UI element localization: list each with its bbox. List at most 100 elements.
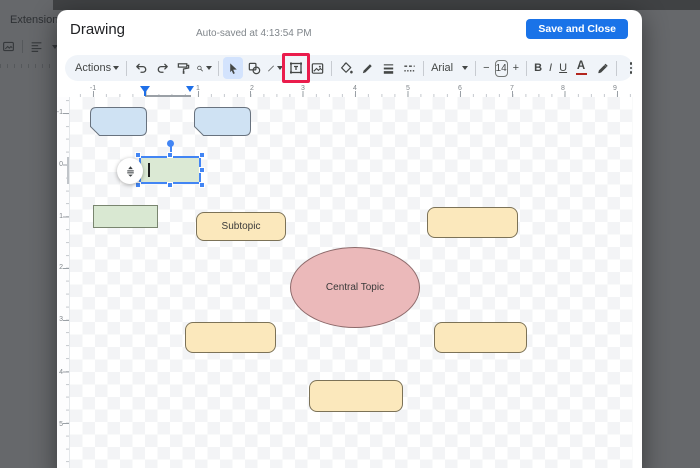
ruler-label: 1 <box>59 213 63 220</box>
toolbar-separator <box>423 61 424 76</box>
backdrop-ruler <box>0 60 54 68</box>
border-color-icon <box>360 61 375 76</box>
resize-handle-e[interactable] <box>199 167 205 173</box>
border-color-button[interactable] <box>357 57 377 79</box>
horizontal-ruler[interactable]: -1123456789 <box>70 85 633 97</box>
more-options-button[interactable] <box>621 57 641 79</box>
autosave-status: Auto-saved at 4:13:54 PM <box>196 28 312 39</box>
border-dash-icon <box>402 61 417 76</box>
vertical-align-floating-button[interactable] <box>117 158 143 184</box>
resize-handle-nw[interactable] <box>135 152 141 158</box>
actions-menu-button[interactable]: Actions <box>72 57 122 79</box>
italic-button[interactable]: I <box>546 57 555 79</box>
undo-button[interactable] <box>131 57 151 79</box>
paint-format-icon <box>176 61 191 76</box>
menu-extensions[interactable]: Extensions <box>10 14 64 26</box>
increase-font-size-button[interactable]: + <box>510 57 522 79</box>
decrease-font-size-button[interactable]: − <box>480 57 492 79</box>
font-family-value: Arial <box>431 62 453 74</box>
save-and-close-button[interactable]: Save and Close <box>526 19 628 39</box>
toolbar-separator <box>616 61 617 76</box>
redo-button[interactable] <box>152 57 172 79</box>
line-tool-button[interactable] <box>265 57 285 79</box>
selected-green-textbox[interactable] <box>140 157 200 183</box>
ruler-label: 4 <box>353 85 357 92</box>
image-icon <box>310 61 325 76</box>
border-weight-icon <box>381 61 396 76</box>
bold-button[interactable]: B <box>531 57 545 79</box>
ruler-label: 3 <box>301 85 305 92</box>
backdrop-top-strip <box>53 0 700 10</box>
resize-handle-sw[interactable] <box>135 182 141 188</box>
chevron-down-icon <box>462 66 468 70</box>
dialog-title: Drawing <box>70 21 125 38</box>
ruler-selection-bar <box>67 157 69 184</box>
line-icon <box>267 61 275 76</box>
subtopic-label: Subtopic <box>222 221 261 232</box>
ruler-label: 2 <box>250 85 254 92</box>
highlighter-icon <box>595 61 610 76</box>
select-icon <box>226 61 241 76</box>
subtopic-box[interactable]: Subtopic <box>196 212 286 241</box>
yellow-box-mid-right[interactable] <box>434 322 527 353</box>
ruler-indent-marker-right[interactable] <box>186 86 194 92</box>
insert-image-button[interactable] <box>307 57 327 79</box>
drawing-canvas[interactable]: Subtopic Central Topic <box>70 97 633 468</box>
ruler-label: 6 <box>458 85 462 92</box>
redo-icon <box>155 61 170 76</box>
ruler-label: 2 <box>59 264 63 271</box>
ruler-indent-marker-left[interactable] <box>140 86 150 93</box>
fill-color-icon <box>339 61 354 76</box>
yellow-box-top-right[interactable] <box>427 207 518 238</box>
ruler-label: 0 <box>59 161 63 168</box>
central-topic-ellipse[interactable]: Central Topic <box>290 247 420 328</box>
text-caret <box>148 163 150 177</box>
text-color-button[interactable]: A <box>571 57 591 79</box>
green-rect[interactable] <box>93 205 158 228</box>
shape-tool-button[interactable] <box>244 57 264 79</box>
border-dash-button[interactable] <box>399 57 419 79</box>
paint-format-button[interactable] <box>173 57 193 79</box>
ruler-label: 9 <box>613 85 617 92</box>
yellow-box-mid-left[interactable] <box>185 322 276 353</box>
ruler-label: 8 <box>561 85 565 92</box>
rotation-handle[interactable] <box>167 140 174 147</box>
align-icon <box>30 40 43 53</box>
ruler-label: -1 <box>57 109 63 116</box>
text-color-letter: A <box>577 61 585 71</box>
vertical-ruler[interactable]: -1 0 1 2 3 4 5 <box>57 97 70 468</box>
resize-handle-n[interactable] <box>167 152 173 158</box>
blue-rounded-rect-2[interactable] <box>194 107 251 136</box>
blue-rounded-rect-1[interactable] <box>90 107 147 136</box>
select-tool-button[interactable] <box>223 57 243 79</box>
resize-handle-se[interactable] <box>199 182 205 188</box>
highlight-color-button[interactable] <box>592 57 612 79</box>
ruler-label: 4 <box>59 369 63 376</box>
ruler-label: 3 <box>59 316 63 323</box>
shape-icon <box>247 61 262 76</box>
font-size-input[interactable]: 14 <box>495 60 508 77</box>
toolbar-separator <box>475 61 476 76</box>
text-box-tool-button[interactable] <box>286 57 306 79</box>
zoom-button[interactable] <box>194 57 214 79</box>
ruler-label: 5 <box>59 421 63 428</box>
fill-color-button[interactable] <box>336 57 356 79</box>
image-icon <box>2 40 15 53</box>
yellow-box-bottom[interactable] <box>309 380 403 412</box>
actions-label: Actions <box>75 62 111 74</box>
chevron-down-icon <box>113 66 119 70</box>
text-color-icon: A <box>576 61 587 75</box>
resize-handle-s[interactable] <box>167 182 173 188</box>
backdrop-separator <box>22 40 23 53</box>
underline-button[interactable]: U <box>556 57 570 79</box>
ruler-label: 1 <box>196 85 200 92</box>
drawing-dialog: Drawing Auto-saved at 4:13:54 PM Save an… <box>57 10 642 468</box>
border-weight-button[interactable] <box>378 57 398 79</box>
more-icon <box>630 62 633 74</box>
resize-handle-ne[interactable] <box>199 152 205 158</box>
drawing-toolbar: Actions Arial − 14 <box>65 55 633 81</box>
text-box-icon <box>288 60 304 76</box>
ruler-label: -1 <box>90 85 96 92</box>
toolbar-separator <box>126 61 127 76</box>
font-family-selector[interactable]: Arial <box>428 57 471 79</box>
